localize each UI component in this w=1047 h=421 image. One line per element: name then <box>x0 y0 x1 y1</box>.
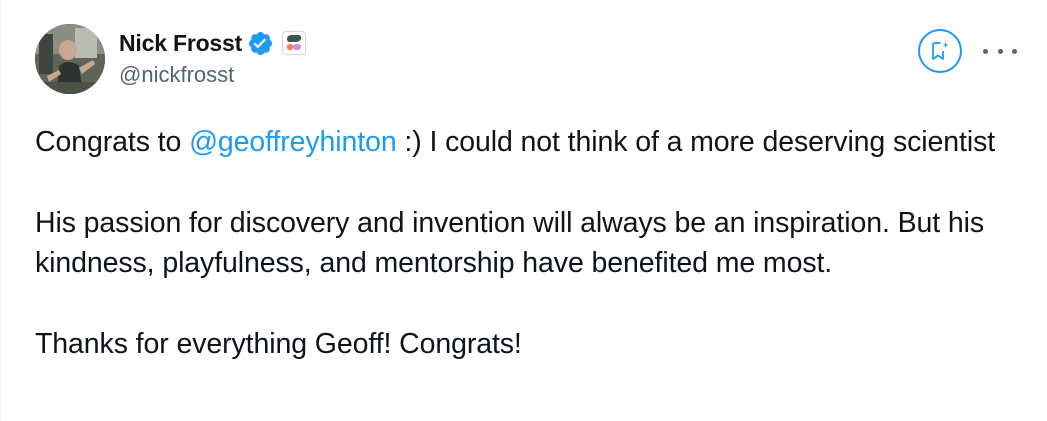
avatar[interactable] <box>35 24 105 94</box>
dot <box>1012 48 1017 54</box>
tweet-paragraph-1: Congrats to @geoffreyhinton :) I could n… <box>35 122 1035 162</box>
tweet-header: Nick Frosst @nickfrosst <box>35 24 1017 96</box>
tweet-text-segment: Congrats to <box>35 126 190 158</box>
author-display-name[interactable]: Nick Frosst <box>119 30 242 57</box>
more-options-button[interactable] <box>983 38 1017 64</box>
affiliate-logo-icon[interactable] <box>282 31 307 55</box>
verified-badge-icon[interactable] <box>247 30 274 57</box>
author-handle[interactable]: @nickfrosst <box>119 62 306 88</box>
grok-explain-button[interactable] <box>918 29 962 73</box>
dot <box>983 48 988 54</box>
tweet-text: Congrats to @geoffreyhinton :) I could n… <box>35 122 1035 364</box>
grok-explain-icon <box>932 42 949 60</box>
dot <box>997 48 1003 54</box>
name-row: Nick Frosst <box>119 28 307 58</box>
mention-link[interactable]: @geoffreyhinton <box>189 126 397 158</box>
author-info: Nick Frosst @nickfrosst <box>119 28 307 88</box>
tweet-card: Nick Frosst @nickfrosst Congrats to @geo… <box>0 0 1047 421</box>
tweet-paragraph-2: His passion for discovery and invention … <box>35 207 985 279</box>
avatar-photo-icon <box>35 24 105 94</box>
tweet-paragraph-3: Thanks for everything Geoff! Congrats! <box>35 328 522 360</box>
tweet-text-segment: :) I could not think of a more deserving… <box>396 126 996 158</box>
